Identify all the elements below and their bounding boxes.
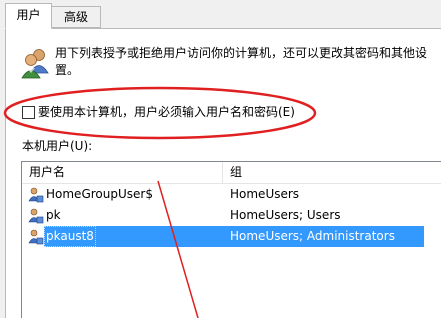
table-row-selected[interactable]: pkaust8 HomeUsers; Administrators [22,226,441,247]
user-icon [28,229,44,245]
users-listview[interactable]: 用户名 组 HomeGroupUser$ HomeUsers pk HomeUs… [21,161,441,318]
intro-text: 用下列表授予或拒绝用户访问你的计算机，还可以更改其密码和其他设置。 [55,46,428,77]
users-tab-panel: 用下列表授予或拒绝用户访问你的计算机，还可以更改其密码和其他设置。 要使用本计算… [5,28,441,318]
cell-username: HomeGroupUser$ [46,187,153,201]
list-header: 用户名 组 [22,162,441,184]
tab-users[interactable]: 用户 [5,3,52,29]
column-header-username[interactable]: 用户名 [22,162,223,183]
user-accounts-dialog: 用户 高级 用下列表授予或拒绝用户访问你的计算机，还可以更改其密码和其他设置。 … [0,0,441,318]
table-row[interactable]: pk HomeUsers; Users [22,205,441,226]
table-row[interactable]: HomeGroupUser$ HomeUsers [22,184,441,205]
tab-advanced[interactable]: 高级 [51,6,101,28]
require-login-checkbox[interactable] [22,105,35,119]
cell-username: pk [46,208,61,222]
cell-group: HomeUsers; Administrators [230,229,395,243]
cell-group: HomeUsers; Users [230,208,341,222]
cell-group: HomeUsers [230,187,300,201]
users-icon [21,49,49,79]
require-login-label: 要使用本计算机，用户必须输入用户名和密码(E) [38,105,295,119]
user-icon [28,187,44,203]
column-header-group[interactable]: 组 [223,162,441,183]
user-icon [28,208,44,224]
cell-username: pkaust8 [44,226,96,247]
require-login-option[interactable]: 要使用本计算机，用户必须输入用户名和密码(E) [22,103,295,121]
tab-strip: 用户 高级 [0,0,441,29]
users-list-label: 本机用户(U): [22,139,93,153]
